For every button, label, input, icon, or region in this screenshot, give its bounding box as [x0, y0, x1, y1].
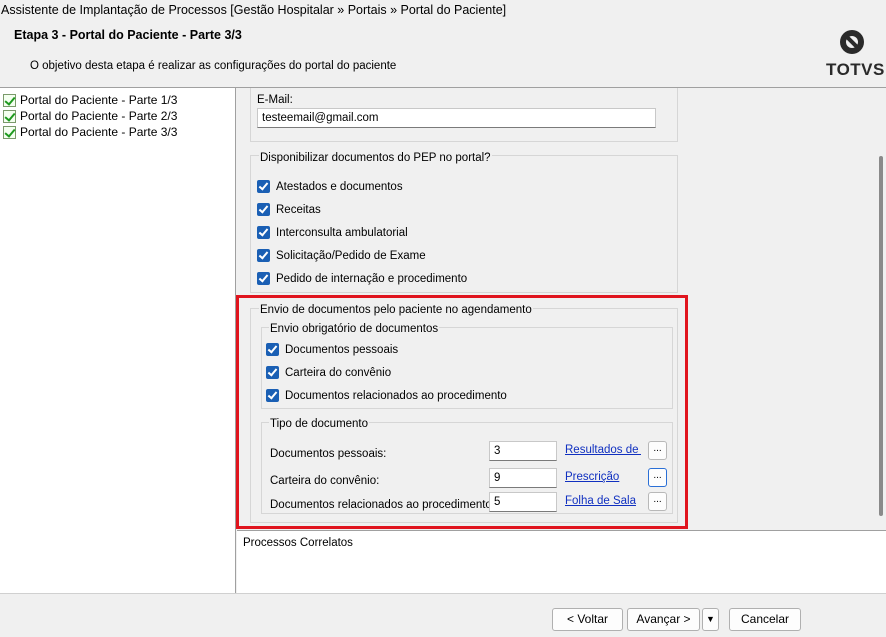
checkbox-icon — [257, 226, 270, 239]
check-icon — [3, 93, 16, 107]
pep-documents-group: Disponibilizar documentos do PEP no port… — [250, 152, 678, 293]
related-processes-title: Processos Correlatos — [243, 537, 353, 549]
window-title: Assistente de Implantação de Processos [… — [0, 0, 886, 22]
highlight-frame — [236, 295, 688, 529]
checkbox-interconsulta[interactable]: Interconsulta ambulatorial — [257, 226, 408, 239]
step-item-2[interactable]: Portal do Paciente - Parte 2/3 — [3, 108, 177, 124]
step-item-label: Portal do Paciente - Parte 1/3 — [20, 93, 178, 107]
step-item-label: Portal do Paciente - Parte 2/3 — [20, 109, 178, 123]
checkbox-label: Atestados e documentos — [276, 180, 403, 193]
wizard-footer: < Voltar Avançar > ▼ Cancelar — [0, 593, 886, 637]
checkbox-atestados[interactable]: Atestados e documentos — [257, 180, 403, 193]
checkbox-label: Pedido de internação e procedimento — [276, 272, 468, 285]
checkbox-icon — [257, 249, 270, 262]
related-processes-panel: Processos Correlatos — [237, 530, 886, 593]
cancel-button[interactable]: Cancelar — [729, 608, 801, 631]
step-title: Etapa 3 - Portal do Paciente - Parte 3/3 — [14, 28, 242, 42]
back-button[interactable]: < Voltar — [552, 608, 623, 631]
check-icon — [3, 109, 16, 123]
wizard-header: Etapa 3 - Portal do Paciente - Parte 3/3… — [0, 22, 886, 88]
pep-group-title: Disponibilizar documentos do PEP no port… — [259, 152, 492, 164]
checkbox-icon — [257, 203, 270, 216]
logo-text: TOTVS — [826, 60, 885, 79]
checkbox-receitas[interactable]: Receitas — [257, 203, 321, 216]
scrollbar-thumb[interactable] — [879, 156, 883, 516]
step-item-1[interactable]: Portal do Paciente - Parte 1/3 — [3, 92, 177, 108]
step-item-3[interactable]: Portal do Paciente - Parte 3/3 — [3, 124, 177, 140]
step-description: O objetivo desta etapa é realizar as con… — [30, 60, 397, 72]
totvs-logo: TOTVS — [826, 30, 885, 80]
email-field[interactable] — [257, 108, 656, 128]
vertical-scrollbar[interactable] — [876, 88, 886, 528]
checkbox-label: Receitas — [276, 203, 321, 216]
totvs-logo-icon — [840, 30, 864, 54]
next-dropdown-button[interactable]: ▼ — [702, 608, 719, 631]
checkbox-icon — [257, 180, 270, 193]
email-label: E-Mail: — [257, 94, 293, 106]
check-icon — [3, 125, 16, 139]
step-item-label: Portal do Paciente - Parte 3/3 — [20, 125, 178, 139]
checkbox-pedido-internacao[interactable]: Pedido de internação e procedimento — [257, 272, 467, 285]
next-button[interactable]: Avançar > — [627, 608, 700, 631]
email-group: E-Mail: — [250, 88, 678, 142]
steps-tree: Portal do Paciente - Parte 1/3 Portal do… — [0, 88, 236, 593]
checkbox-label: Interconsulta ambulatorial — [276, 226, 408, 239]
checkbox-icon — [257, 272, 270, 285]
checkbox-solicitacao-exame[interactable]: Solicitação/Pedido de Exame — [257, 249, 426, 262]
checkbox-label: Solicitação/Pedido de Exame — [276, 249, 426, 262]
